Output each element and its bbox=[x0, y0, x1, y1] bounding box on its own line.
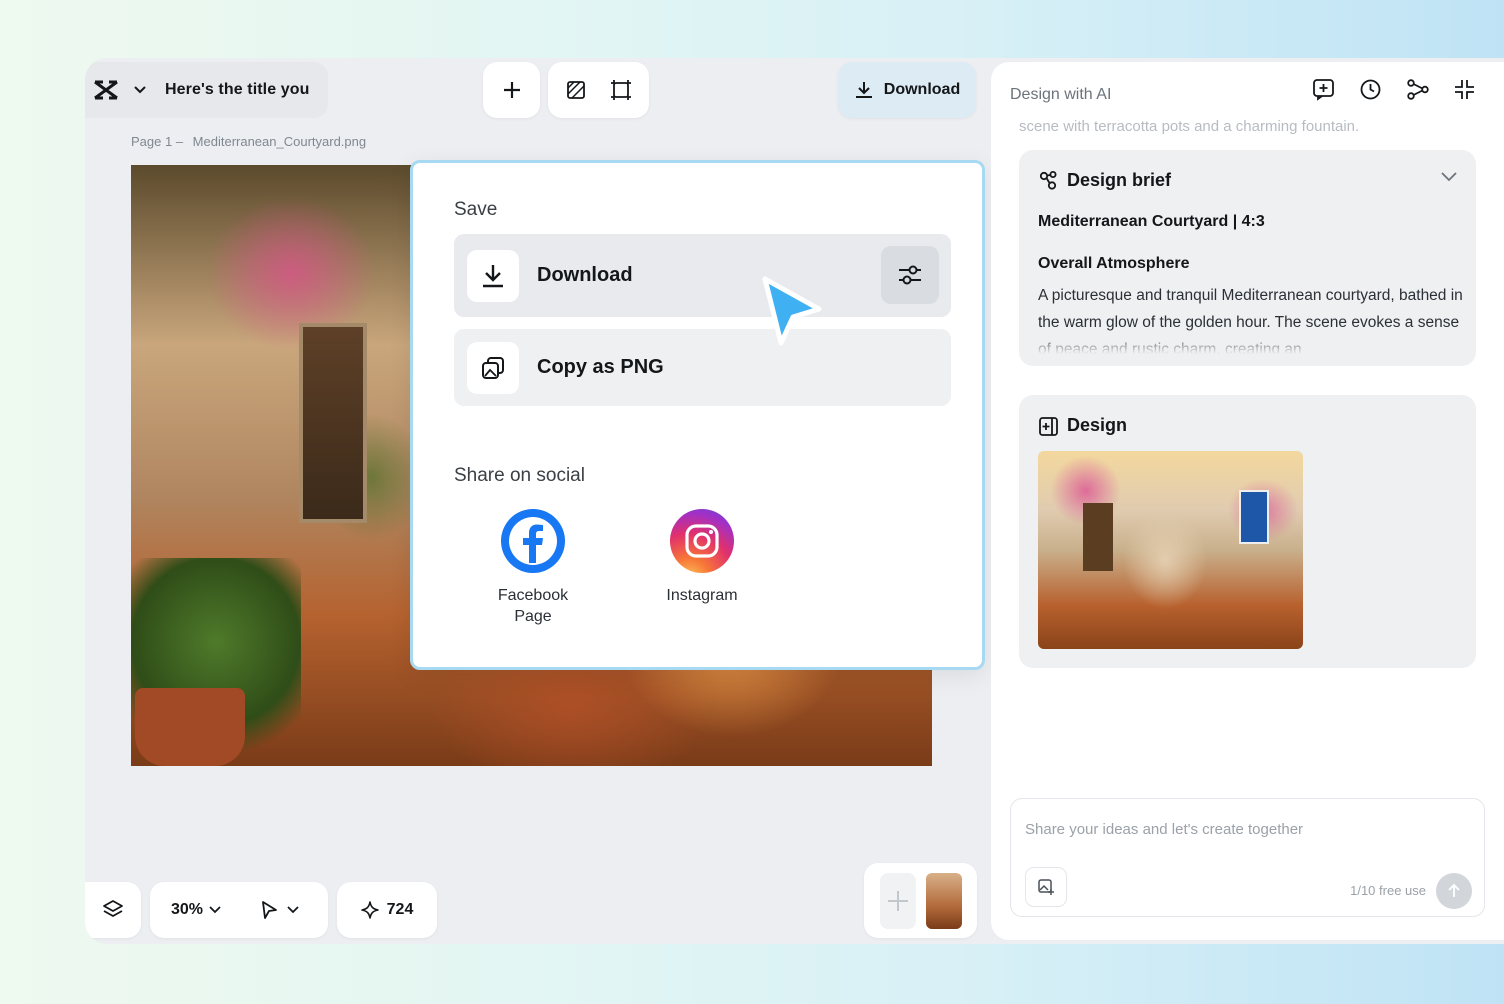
canvas-pot-detail bbox=[135, 688, 245, 766]
brief-nodes-icon bbox=[1038, 170, 1059, 191]
arrow-up-icon bbox=[1447, 883, 1461, 899]
top-download-button[interactable]: Download bbox=[838, 62, 976, 118]
brief-title: Design brief bbox=[1067, 170, 1172, 190]
sparkle-icon bbox=[360, 901, 379, 919]
page-label: Page 1 – Mediterranean_Courtyard.png bbox=[131, 134, 366, 149]
save-section-title: Save bbox=[454, 199, 498, 220]
add-image-button[interactable] bbox=[1025, 867, 1067, 907]
facebook-icon bbox=[501, 509, 565, 573]
ai-design-panel: Design with AI scene with terracotta pot… bbox=[991, 62, 1504, 940]
download-settings-button[interactable] bbox=[881, 246, 939, 304]
instagram-icon bbox=[670, 509, 734, 573]
design-panel-icon bbox=[1038, 416, 1059, 437]
prompt-placeholder: Share your ideas and let's create togeth… bbox=[1025, 821, 1304, 838]
design-title: Design bbox=[1067, 415, 1128, 435]
credits-button[interactable]: 724 bbox=[337, 882, 437, 938]
design-brief-card[interactable]: Design brief Mediterranean Courtyard | 4… bbox=[1019, 150, 1476, 366]
image-add-icon bbox=[1037, 878, 1055, 896]
copy-png-label: Copy as PNG bbox=[537, 356, 664, 378]
faded-message-text: scene with terracotta pots and a charmin… bbox=[1019, 118, 1360, 135]
history-icon[interactable] bbox=[1359, 78, 1382, 101]
sliders-icon bbox=[896, 263, 924, 287]
design-card: Design bbox=[1019, 395, 1476, 668]
instagram-label: Instagram bbox=[666, 587, 738, 604]
prompt-input[interactable]: Share your ideas and let's create togeth… bbox=[1010, 798, 1485, 917]
copy-image-icon bbox=[467, 341, 519, 394]
instagram-button[interactable]: Instagram bbox=[647, 509, 757, 606]
new-chat-icon[interactable] bbox=[1312, 78, 1335, 101]
collapse-icon[interactable] bbox=[1453, 78, 1476, 101]
document-title[interactable]: Here's the title you bbox=[165, 81, 310, 99]
top-download-label: Download bbox=[883, 81, 961, 98]
page-thumbnail[interactable] bbox=[925, 872, 962, 929]
brief-subtitle: Mediterranean Courtyard | 4:3 bbox=[1038, 213, 1265, 230]
panel-title: Design with AI bbox=[1010, 86, 1112, 103]
mouse-cursor-icon bbox=[757, 273, 827, 358]
tool-group bbox=[548, 62, 649, 118]
layers-icon bbox=[102, 899, 124, 921]
facebook-label: Facebook Page bbox=[497, 587, 569, 625]
credits-count: 724 bbox=[386, 901, 414, 918]
logo-icon[interactable] bbox=[93, 79, 119, 101]
workflow-icon[interactable] bbox=[1406, 78, 1429, 101]
send-button[interactable] bbox=[1436, 873, 1472, 909]
add-page-button[interactable] bbox=[879, 872, 916, 929]
zoom-level[interactable]: 30% bbox=[171, 901, 203, 919]
page-number: Page 1 – bbox=[131, 134, 184, 149]
add-button[interactable] bbox=[483, 62, 540, 118]
design-thumbnail[interactable] bbox=[1038, 451, 1303, 649]
canvas-door-detail bbox=[299, 323, 367, 523]
brief-heading: Overall Atmosphere bbox=[1038, 255, 1190, 272]
panel-toolbar bbox=[1312, 78, 1476, 101]
thumb-door-detail bbox=[1083, 503, 1113, 571]
background-remove-icon[interactable] bbox=[566, 80, 586, 100]
facebook-page-button[interactable]: Facebook Page bbox=[478, 509, 588, 627]
thumb-window-detail bbox=[1239, 490, 1269, 544]
copy-png-option[interactable]: Copy as PNG bbox=[454, 329, 951, 406]
download-option[interactable]: Download bbox=[454, 234, 951, 317]
download-option-label: Download bbox=[537, 264, 633, 286]
app-window: Here's the title you Download Page 1 – M… bbox=[85, 58, 1504, 944]
pages-strip bbox=[864, 863, 977, 938]
free-use-counter: 1/10 free use bbox=[1350, 883, 1426, 898]
pointer-tool-icon[interactable] bbox=[259, 900, 279, 920]
pointer-chevron-down-icon[interactable] bbox=[287, 906, 299, 914]
layers-button[interactable] bbox=[85, 882, 141, 938]
brief-text: A picturesque and tranquil Mediterranean… bbox=[1038, 287, 1463, 354]
download-icon bbox=[854, 80, 874, 100]
download-icon bbox=[467, 249, 519, 302]
plus-icon bbox=[502, 80, 522, 100]
chevron-down-icon[interactable] bbox=[133, 85, 147, 95]
share-section-title: Share on social bbox=[454, 465, 585, 486]
share-popup: Save Download Copy as PNG Share on socia… bbox=[410, 160, 985, 670]
chevron-down-icon[interactable] bbox=[1441, 172, 1457, 182]
zoom-and-pointer-group: 30% bbox=[150, 882, 328, 938]
file-name: Mediterranean_Courtyard.png bbox=[192, 134, 367, 149]
crop-resize-icon[interactable] bbox=[610, 79, 632, 101]
zoom-chevron-down-icon[interactable] bbox=[209, 906, 221, 914]
title-bar: Here's the title you bbox=[85, 62, 328, 118]
